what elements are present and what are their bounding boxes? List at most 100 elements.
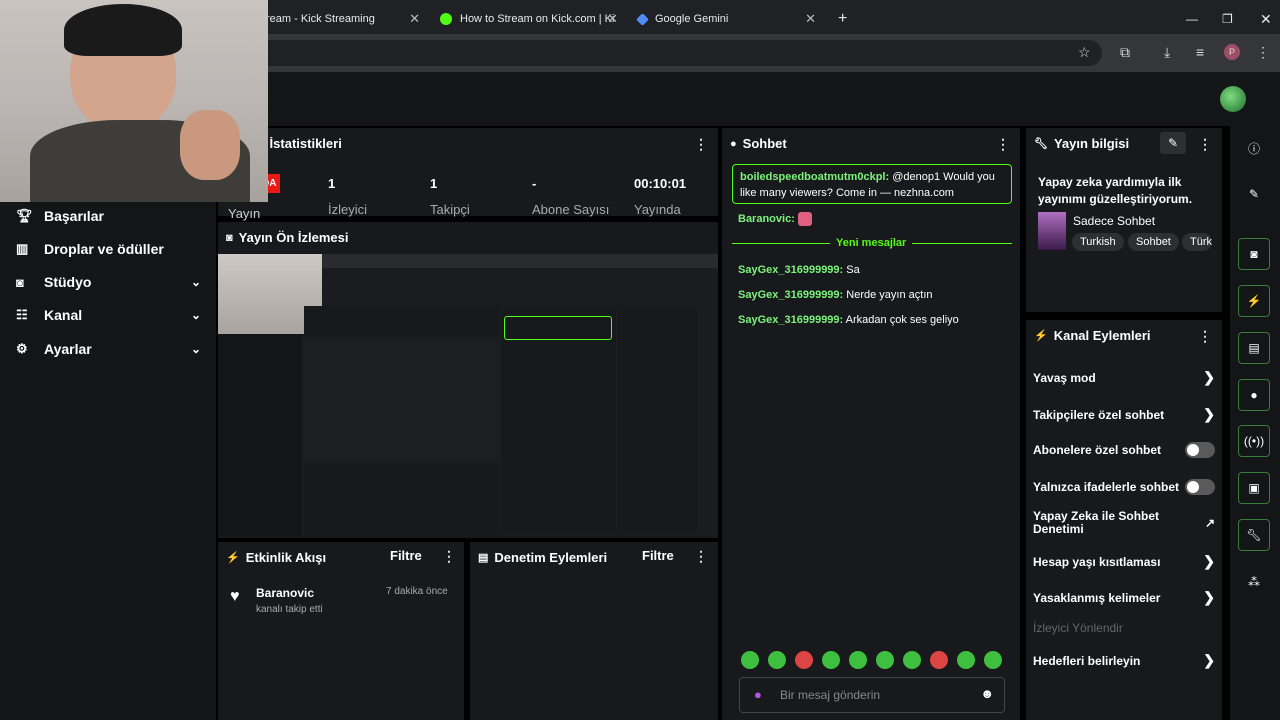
emote-icon[interactable] [876,651,894,669]
tab-google-gemini[interactable]: Google Gemini ✕ [628,4,824,34]
sidebar-item-achievements[interactable]: 🏆︎ Başarılar [16,208,201,224]
more-options-icon[interactable]: ⋮ [442,548,456,565]
url-input[interactable]: n [250,40,1102,66]
users-icon: ☷ [16,307,28,322]
stream-tag[interactable]: Sohbet [1128,233,1179,251]
message-user[interactable]: SayGex_316999999: [738,314,843,326]
reply-user[interactable]: Baranovic: [738,213,795,225]
broadcast-icon[interactable]: ((•)) [1238,425,1270,457]
edit-icon[interactable]: ✎ [1238,178,1270,210]
more-options-icon[interactable]: ⋮ [694,548,708,565]
emote-only-toggle[interactable] [1185,479,1215,495]
lightning-tool-icon[interactable]: ⚡ [1238,285,1270,317]
emote-icon[interactable] [984,651,1002,669]
event-time: 7 dakika önce [386,586,448,597]
gear-icon: ⚙ [16,341,28,356]
viewers-label: İzleyici [328,202,368,217]
chat-message: SayGex_316999999: Arkadan çok ses geliyo [738,314,959,326]
chat-input-placeholder: Bir mesaj gönderin [780,688,881,702]
kick-favicon-icon [440,13,452,25]
preview-nested [304,340,500,460]
layout-icon[interactable]: ▣ [1238,472,1270,504]
activity-filter-button[interactable]: Filtre [390,548,422,563]
chat-input[interactable]: ● Bir mesaj gönderin ☻ [739,677,1005,713]
new-tab-button[interactable]: + [828,4,857,34]
bookmark-star-icon[interactable]: ☆ [1078,44,1091,61]
action-slow-mode[interactable]: Yavaş mod ❯ [1033,369,1215,386]
emote-icon[interactable] [768,651,786,669]
action-followers-only[interactable]: Takipçilere özel sohbet ❯ [1033,406,1215,423]
action-subscribers-only[interactable]: Abonelere özel sohbet [1033,442,1215,458]
close-tab-icon[interactable]: ✕ [805,11,816,27]
preview-sidebar [218,334,302,536]
emote-icon[interactable] [795,651,813,669]
stats-title: n İstatistikleri [258,136,342,151]
heart-icon: ♥ [230,588,240,605]
activity-feed-panel: ⚡ Etkinlik Akışı Filtre ⋮ ♥ Baranovic ka… [218,542,464,720]
more-options-icon[interactable]: ⋮ [1198,328,1212,345]
preview-chat [502,306,616,534]
more-options-icon[interactable]: ⋮ [694,136,708,153]
event-text: kanalı takip etti [256,604,323,615]
right-tool-bar: ⓘ ✎ ◙ ⚡ ▤ ● ((•)) ▣ 🔧︎ ⁂ [1230,126,1280,720]
stream-preview-video[interactable] [218,254,718,536]
sidebar-item-label: Ayarlar [44,341,92,357]
message-text: Nerde yayın açtın [846,289,933,301]
pinned-user[interactable]: boiledspeedboatmutm0ckpl: [740,171,889,183]
user-avatar[interactable] [1220,86,1246,112]
emote-icon[interactable] [741,651,759,669]
stream-title: Yapay zeka yardımıyla ilk yayınımı güzel… [1038,175,1193,206]
event-user[interactable]: Baranovic [256,586,314,600]
more-options-icon[interactable]: ⋮ [996,136,1010,153]
emote-icon[interactable] [822,651,840,669]
preview-title: ◙ Yayın Ön İzlemesi [226,230,348,245]
stream-tag[interactable]: Türk [1182,233,1212,251]
chat-tool-icon[interactable]: ● [1238,379,1270,411]
browser-menu-icon[interactable]: ⋮ [1256,44,1270,61]
emote-icon[interactable] [957,651,975,669]
studio-tool-icon[interactable]: ◙ [1238,238,1270,270]
emote-icon[interactable] [903,651,921,669]
message-user[interactable]: SayGex_316999999: [738,289,843,301]
extensions-icon[interactable]: ⧉ [1120,44,1130,61]
emote-icon[interactable] [930,651,948,669]
sidebar-item-settings[interactable]: ⚙ Ayarlar ⌄ [16,341,201,357]
stream-tag[interactable]: Turkish [1072,233,1124,251]
info-icon[interactable]: ⓘ [1238,132,1270,164]
close-tab-icon[interactable]: ✕ [409,11,420,27]
sidebar-item-studio[interactable]: ◙ Stüdyo ⌄ [16,274,201,290]
edit-pencil-icon[interactable]: ✎ [1160,132,1186,154]
wrench-tool-icon[interactable]: 🔧︎ [1238,519,1270,551]
close-tab-icon[interactable]: ✕ [607,11,618,27]
sidebar-item-channel[interactable]: ☷ Kanal ⌄ [16,307,201,323]
subscribers-only-toggle[interactable] [1185,442,1215,458]
close-window-icon[interactable]: ✕ [1250,4,1280,34]
minimize-icon[interactable]: — [1176,4,1208,34]
moderation-filter-button[interactable]: Filtre [642,548,674,563]
message-user[interactable]: SayGex_316999999: [738,264,843,276]
action-account-age[interactable]: Hesap yaşı kısıtlaması ❯ [1033,553,1215,570]
sidebar-item-drops[interactable]: ▥ Droplar ve ödüller [16,241,201,257]
emoji-icon[interactable]: ☻ [980,686,994,701]
media-control-icon[interactable]: ≡ [1196,44,1204,60]
moderation-title: ▤ Denetim Eylemleri [478,550,607,565]
emote-icon[interactable] [849,651,867,669]
category-name[interactable]: Sadece Sohbet [1073,214,1155,228]
more-options-icon[interactable]: ⋮ [1198,136,1212,153]
tab-how-to-stream[interactable]: How to Stream on Kick.com | Ki ✕ [430,4,626,34]
profile-avatar[interactable]: P [1224,44,1240,60]
widgets-icon[interactable]: ⁂ [1238,566,1270,598]
subs-label: Abone Sayısı [532,202,610,217]
maximize-icon[interactable]: ❐ [1212,4,1243,34]
new-messages-label: Yeni mesajlar [830,237,913,249]
download-icon[interactable]: ⤓ [1164,44,1170,61]
action-ai-moderation[interactable]: Yapay Zeka ile Sohbet Denetimi ↗ [1033,510,1215,536]
action-emote-only[interactable]: Yalnızca ifadelerle sohbet [1033,479,1215,495]
microphone-icon[interactable]: ● [754,687,762,702]
notes-icon[interactable]: ▤ [1238,332,1270,364]
tab-kick-streaming[interactable]: ream - Kick Streaming ✕ [256,4,428,34]
action-banned-words[interactable]: Yasaklanmış kelimeler ❯ [1033,589,1215,606]
stream-info-title-text: Yayın bilgisi [1053,136,1130,151]
tab-label: ream - Kick Streaming [266,13,375,25]
action-set-goals[interactable]: Hedefleri belirleyin ❯ [1033,652,1215,669]
